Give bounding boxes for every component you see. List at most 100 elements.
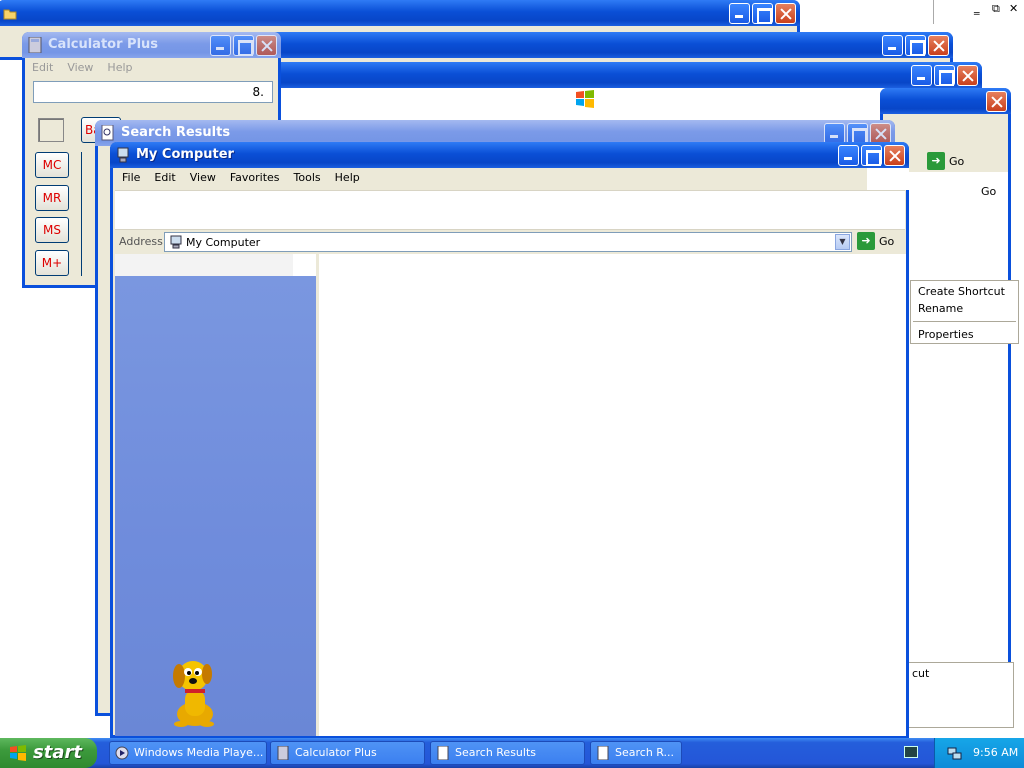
background-window-1-titlebar[interactable] xyxy=(0,0,800,26)
close-button[interactable] xyxy=(256,35,277,56)
close-button[interactable] xyxy=(775,3,796,24)
menu-item-properties[interactable]: Properties xyxy=(911,326,1018,343)
windows-logo-icon xyxy=(576,90,594,108)
clock[interactable]: 9:56 AM xyxy=(973,746,1018,759)
close-glyph[interactable]: ✕ xyxy=(1009,2,1018,15)
my-computer-window: My Computer File Edit View Favorites Too… xyxy=(110,142,909,738)
minimize-button[interactable] xyxy=(911,65,932,86)
my-computer-menubar: File Edit View Favorites Tools Help xyxy=(115,168,367,188)
calculator-titlebar[interactable]: Calculator Plus xyxy=(22,32,281,58)
window-title: My Computer xyxy=(136,147,234,162)
search-back-titlebar[interactable] xyxy=(880,88,1011,114)
go-button[interactable]: ➜ Go xyxy=(857,232,894,250)
start-label: start xyxy=(33,742,82,763)
shortcut-fragment[interactable]: cut xyxy=(912,667,929,680)
search-dog-icon[interactable] xyxy=(163,656,225,728)
go-label: Go xyxy=(879,234,895,248)
menu-file[interactable]: File xyxy=(115,168,147,188)
address-bar: Address My Computer ▼ ➜ Go xyxy=(113,231,906,253)
maximize-button[interactable] xyxy=(861,145,882,166)
menu-help[interactable]: Help xyxy=(328,168,367,188)
maximize-button[interactable] xyxy=(934,65,955,86)
menu-edit[interactable]: Edit xyxy=(147,168,182,188)
media-player-icon xyxy=(115,746,129,760)
my-computer-small-icon xyxy=(170,235,182,249)
minimize-button[interactable] xyxy=(882,35,903,56)
maximize-button[interactable] xyxy=(233,35,254,56)
calculator-icon xyxy=(277,746,289,760)
close-button[interactable] xyxy=(986,91,1007,112)
address-dropdown-button[interactable]: ▼ xyxy=(835,234,850,250)
address-label: Address xyxy=(119,235,163,248)
minimize-button[interactable] xyxy=(729,3,750,24)
menu-help[interactable]: Help xyxy=(100,58,139,78)
minimize-button[interactable] xyxy=(824,123,845,144)
task-label: Calculator Plus xyxy=(295,746,377,759)
my-computer-titlebar[interactable]: My Computer xyxy=(110,142,909,168)
task-label: Search Results xyxy=(455,746,537,759)
task-label: Search R... xyxy=(615,746,675,759)
calculator-display: 8. xyxy=(33,81,273,103)
search-document-icon xyxy=(437,746,449,760)
go-arrow-icon: ➜ xyxy=(927,152,945,170)
go-arrow-icon: ➜ xyxy=(857,232,875,250)
task-button-search-results[interactable]: Search Results xyxy=(430,741,585,765)
memory-indicator xyxy=(38,118,64,142)
memory-clear-button[interactable]: MC xyxy=(35,152,69,178)
go-label: Go xyxy=(949,154,965,168)
system-tray: 9:56 AM xyxy=(934,738,1024,768)
taskbar: start Windows Media Playe... Calculator … xyxy=(0,738,1024,768)
calculator-icon xyxy=(28,37,42,53)
close-button[interactable] xyxy=(870,123,891,144)
task-button-search-results-2[interactable]: Search R... xyxy=(590,741,682,765)
search-document-icon xyxy=(597,746,609,760)
background-window-2-titlebar[interactable] xyxy=(260,32,953,58)
context-menu: Create Shortcut Rename Properties xyxy=(910,280,1019,344)
menu-item-create-shortcut[interactable]: Create Shortcut xyxy=(911,283,1018,300)
windows-flag-icon xyxy=(10,745,26,761)
tasks-sidebar xyxy=(115,254,316,736)
memory-add-button[interactable]: M+ xyxy=(35,250,69,276)
close-button[interactable] xyxy=(928,35,949,56)
shortcut-panel: cut xyxy=(907,662,1014,728)
minimize-button[interactable] xyxy=(838,145,859,166)
file-list-pane[interactable] xyxy=(319,254,906,736)
menu-item-rename[interactable]: Rename xyxy=(911,300,1018,317)
menu-view[interactable]: View xyxy=(60,58,100,78)
restore-glyph[interactable]: ⧉ xyxy=(992,2,1000,16)
address-combobox[interactable]: My Computer ▼ xyxy=(164,232,852,252)
go-label-secondary[interactable]: Go xyxy=(981,185,996,198)
menu-view[interactable]: View xyxy=(183,168,223,188)
close-button[interactable] xyxy=(884,145,905,166)
maximize-button[interactable] xyxy=(752,3,773,24)
menu-edit[interactable]: Edit xyxy=(25,58,60,78)
menu-favorites[interactable]: Favorites xyxy=(223,168,287,188)
standard-toolbar xyxy=(115,190,905,230)
search-back-go-button[interactable]: ➜ Go xyxy=(927,152,964,170)
sidebar-top-strip xyxy=(115,254,316,276)
menu-separator xyxy=(913,321,1016,322)
search-document-icon xyxy=(101,125,114,141)
memory-recall-button[interactable]: MR xyxy=(35,185,69,211)
keyboard-icon[interactable] xyxy=(904,746,918,758)
maximize-button[interactable] xyxy=(905,35,926,56)
menu-tools[interactable]: Tools xyxy=(287,168,328,188)
sidebar-top-box xyxy=(293,254,316,276)
task-label: Windows Media Playe... xyxy=(134,746,264,759)
my-computer-icon xyxy=(117,147,129,163)
menubar-end-area xyxy=(867,168,909,190)
task-button-media-player[interactable]: Windows Media Playe... xyxy=(109,741,267,765)
window-title: Search Results xyxy=(121,125,231,140)
task-button-calculator[interactable]: Calculator Plus xyxy=(270,741,425,765)
memory-store-button[interactable]: MS xyxy=(35,217,69,243)
minimize-glyph[interactable]: ‗ xyxy=(974,2,980,15)
start-button[interactable]: start xyxy=(0,738,97,768)
close-button[interactable] xyxy=(957,65,978,86)
folder-icon xyxy=(3,9,17,20)
network-icon[interactable] xyxy=(947,745,963,761)
window-title: Calculator Plus xyxy=(48,37,159,52)
minimize-button[interactable] xyxy=(210,35,231,56)
background-window-3-titlebar[interactable] xyxy=(270,62,982,88)
top-right-window-controls: ‗ ⧉ ✕ xyxy=(933,0,1024,24)
maximize-button[interactable] xyxy=(847,123,868,144)
